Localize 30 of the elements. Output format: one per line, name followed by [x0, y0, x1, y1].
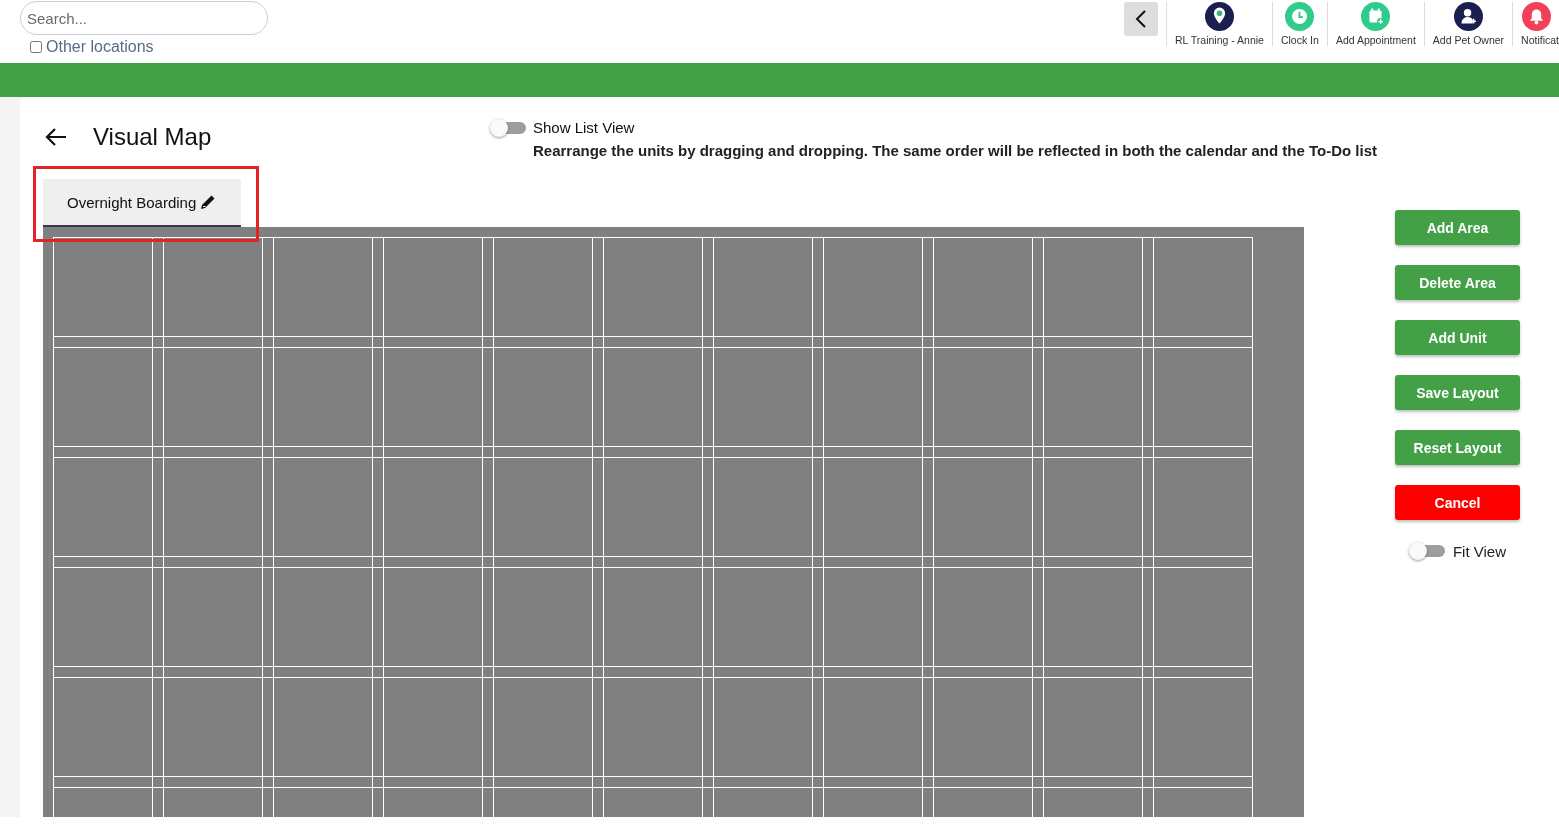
pencil-icon[interactable]	[199, 193, 218, 211]
nav-item[interactable]: RL Training - Annie	[1166, 2, 1272, 46]
instruction-text: Rearrange the units by dragging and dropping. The same order will be reflected in both the calendar and the To-Do list	[533, 142, 1377, 159]
action-button[interactable]: Save Layout	[1395, 375, 1520, 410]
action-button[interactable]: Add Unit	[1395, 320, 1520, 355]
toggle-label: Show List View	[533, 119, 636, 136]
calendar-plus-icon	[1360, 2, 1392, 31]
chevron-left-icon	[1135, 9, 1147, 29]
person-plus-icon	[1452, 2, 1484, 31]
nav-item[interactable]: Clock In	[1271, 2, 1327, 46]
checkbox-label[interactable]: Other locations	[46, 38, 154, 56]
nav-item[interactable]: Notificat	[1512, 2, 1559, 46]
fit-view-toggle[interactable]	[1408, 542, 1445, 560]
bell-icon	[1521, 2, 1553, 31]
toggle-label: Fit View	[1452, 542, 1507, 560]
search-field[interactable]: Search...	[20, 1, 268, 35]
page-title: Visual Map	[93, 123, 212, 151]
action-button[interactable]: Delete Area	[1395, 265, 1520, 300]
area-tab[interactable]: Overnight Boarding	[43, 179, 242, 227]
action-button[interactable]: Reset Layout	[1395, 430, 1520, 465]
action-button[interactable]: Cancel	[1395, 485, 1520, 520]
location-pin-icon	[1203, 2, 1235, 31]
checkbox[interactable]	[30, 41, 42, 53]
list-view-toggle[interactable]	[490, 119, 526, 137]
action-button[interactable]: Add Area	[1395, 210, 1520, 245]
nav-item[interactable]: Add Pet Owner	[1423, 2, 1513, 46]
back-button[interactable]	[1124, 2, 1158, 36]
back-arrow-icon[interactable]	[44, 127, 67, 147]
nav-item[interactable]: Add Appointment	[1326, 2, 1424, 46]
clock-icon	[1284, 2, 1316, 31]
